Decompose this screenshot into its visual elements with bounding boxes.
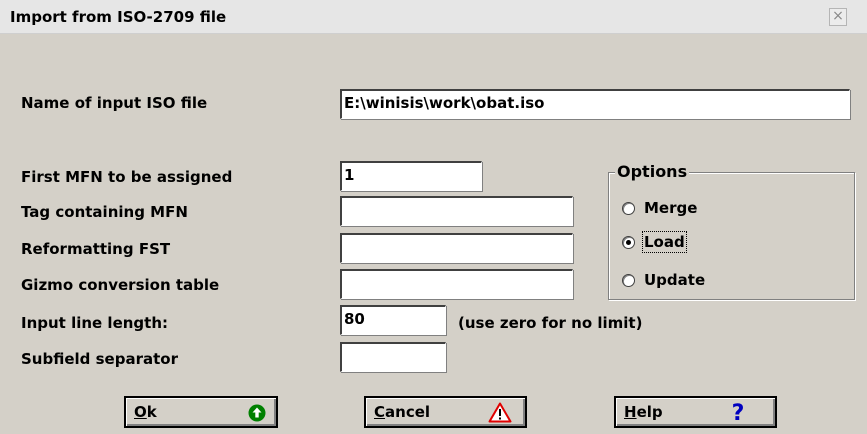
- first-mfn-label: First MFN to be assigned: [21, 168, 233, 186]
- question-mark-icon: ?: [732, 401, 745, 424]
- close-icon: ×: [832, 8, 844, 24]
- ok-button[interactable]: Ok: [124, 396, 278, 428]
- load-radio-label: Load: [642, 231, 687, 253]
- svg-text:?: ?: [732, 401, 745, 424]
- import-iso-dialog: Import from ISO-2709 file × Name of inpu…: [0, 0, 867, 434]
- line-length-label: Input line length:: [21, 314, 169, 332]
- dialog-title: Import from ISO-2709 file: [10, 8, 227, 26]
- line-length-field[interactable]: 80: [340, 305, 446, 335]
- tag-mfn-field[interactable]: [340, 196, 573, 226]
- options-title: Options: [615, 162, 690, 181]
- gizmo-label: Gizmo conversion table: [21, 276, 220, 294]
- radio-circle-icon: [622, 201, 635, 215]
- reformat-fst-label: Reformatting FST: [21, 240, 171, 258]
- line-length-hint: (use zero for no limit): [458, 314, 643, 332]
- help-button[interactable]: Help ?: [614, 396, 777, 428]
- title-bar[interactable]: Import from ISO-2709 file ×: [0, 0, 867, 34]
- merge-radio-label: Merge: [644, 199, 698, 217]
- help-button-label: Help: [624, 403, 663, 421]
- cancel-button[interactable]: Cancel: [364, 396, 527, 428]
- update-radio-label: Update: [644, 271, 706, 289]
- green-circle-up-arrow-icon: [248, 404, 266, 422]
- gizmo-field[interactable]: [340, 269, 573, 299]
- merge-radio[interactable]: Merge: [622, 199, 697, 217]
- update-radio[interactable]: Update: [622, 271, 705, 289]
- load-radio[interactable]: Load: [622, 231, 687, 253]
- input-file-label: Name of input ISO file: [21, 94, 208, 112]
- first-mfn-field[interactable]: 1: [340, 161, 482, 191]
- cancel-button-label: Cancel: [374, 403, 431, 421]
- reformat-fst-field[interactable]: [340, 233, 573, 263]
- subfield-label: Subfield separator: [21, 350, 178, 368]
- radio-circle-icon: [622, 273, 635, 287]
- subfield-field[interactable]: [340, 342, 446, 372]
- ok-button-label: Ok: [134, 403, 157, 421]
- radio-checked-icon: [622, 235, 635, 249]
- input-file-field[interactable]: E:\winisis\work\obat.iso: [340, 89, 850, 119]
- warning-triangle-icon: [488, 402, 512, 423]
- close-button[interactable]: ×: [829, 8, 847, 26]
- tag-mfn-label: Tag containing MFN: [21, 203, 188, 221]
